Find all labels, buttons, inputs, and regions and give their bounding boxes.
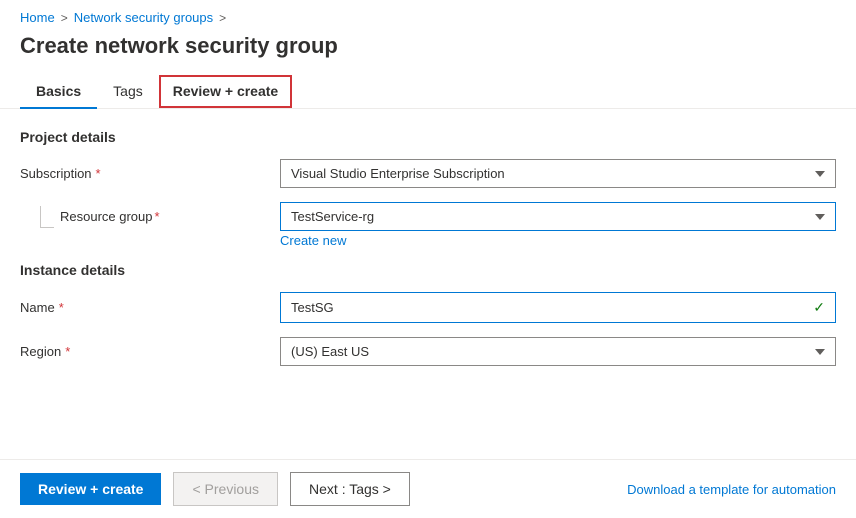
review-create-button[interactable]: Review + create [20, 473, 161, 505]
name-checkmark-icon: ✓ [813, 299, 825, 316]
breadcrumb-sep2: > [219, 11, 226, 25]
name-value: TestSG [291, 300, 334, 315]
tab-bar: Basics Tags Review + create [0, 75, 856, 109]
region-value: (US) East US [291, 344, 369, 359]
breadcrumb-home[interactable]: Home [20, 10, 55, 25]
region-chevron-icon [815, 349, 825, 355]
previous-button[interactable]: < Previous [173, 472, 278, 506]
resource-group-value: TestService-rg [291, 209, 374, 224]
page-title: Create network security group [0, 29, 856, 75]
subscription-control: Visual Studio Enterprise Subscription [280, 159, 836, 188]
name-dropdown[interactable]: TestSG ✓ [280, 292, 836, 323]
footer: Review + create < Previous Next : Tags >… [0, 459, 856, 518]
project-details-title: Project details [20, 129, 836, 145]
subscription-chevron-icon [815, 171, 825, 177]
region-row: Region* (US) East US [20, 337, 836, 366]
region-dropdown[interactable]: (US) East US [280, 337, 836, 366]
resource-group-outer-row: Resource group* TestService-rg [20, 202, 836, 231]
subscription-label: Subscription* [20, 166, 280, 181]
instance-details-title: Instance details [20, 262, 836, 278]
next-button[interactable]: Next : Tags > [290, 472, 410, 506]
download-template-link[interactable]: Download a template for automation [627, 482, 836, 497]
tab-tags[interactable]: Tags [97, 75, 159, 109]
tab-basics[interactable]: Basics [20, 75, 97, 109]
breadcrumb-nsg[interactable]: Network security groups [74, 10, 213, 25]
resource-group-chevron-icon [815, 214, 825, 220]
instance-details-section: Instance details Name* TestSG ✓ Region* … [20, 262, 836, 366]
resource-group-control: TestService-rg [280, 202, 836, 231]
name-control: TestSG ✓ [280, 292, 836, 323]
subscription-row: Subscription* Visual Studio Enterprise S… [20, 159, 836, 188]
breadcrumb: Home > Network security groups > [0, 0, 856, 29]
tab-review-create[interactable]: Review + create [159, 75, 292, 108]
form-body: Project details Subscription* Visual Stu… [0, 109, 856, 366]
breadcrumb-sep1: > [61, 11, 68, 25]
name-label: Name* [20, 300, 280, 315]
create-new-link[interactable]: Create new [280, 233, 836, 248]
subscription-dropdown[interactable]: Visual Studio Enterprise Subscription [280, 159, 836, 188]
resource-group-label: Resource group* [20, 206, 280, 228]
resource-group-dropdown[interactable]: TestService-rg [280, 202, 836, 231]
name-row: Name* TestSG ✓ [20, 292, 836, 323]
subscription-value: Visual Studio Enterprise Subscription [291, 166, 505, 181]
region-label: Region* [20, 344, 280, 359]
region-control: (US) East US [280, 337, 836, 366]
